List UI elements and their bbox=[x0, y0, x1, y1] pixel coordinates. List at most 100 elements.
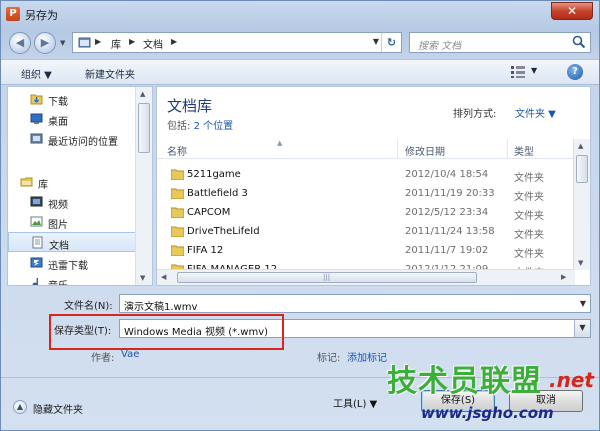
recent-places-icon bbox=[30, 133, 43, 144]
watermark-text: 技术员联盟 bbox=[387, 364, 542, 399]
search-box[interactable]: 搜索 文档 bbox=[409, 32, 591, 53]
tags-value[interactable]: 添加标记 bbox=[347, 349, 387, 364]
folder-icon bbox=[171, 226, 184, 237]
column-header-modified[interactable]: 修改日期 bbox=[405, 143, 445, 158]
navigation-pane: 下载 桌面 最近访问的位置 库 视频 图片 文档 迅雷下载 ▲ ▼ bbox=[7, 86, 153, 286]
includes-label: 包括: bbox=[167, 121, 191, 132]
scrollbar-thumb[interactable] bbox=[138, 103, 150, 153]
filename-dropdown-icon[interactable]: ▼ bbox=[580, 299, 586, 308]
search-input[interactable]: 搜索 文档 bbox=[418, 37, 461, 52]
file-name: DriveTheLifeId bbox=[187, 226, 260, 237]
close-button[interactable]: ✕ bbox=[551, 2, 593, 20]
nav-item-downloads[interactable]: 下载 bbox=[8, 89, 136, 109]
nav-item-music[interactable]: 音乐 bbox=[8, 273, 136, 285]
forward-button[interactable]: ▶ bbox=[34, 32, 56, 54]
powerpoint-app-icon: P bbox=[6, 7, 20, 21]
recent-pages-dropdown[interactable]: ▼ bbox=[60, 39, 65, 47]
address-bar[interactable]: ▶ 库 ▶ 文档 ▶ ▼ ↻ bbox=[72, 32, 402, 53]
scroll-right-icon[interactable]: ▶ bbox=[561, 273, 566, 281]
file-row[interactable]: CAPCOM 2012/5/12 23:34 文件夹 bbox=[157, 204, 577, 223]
filename-label: 文件名(N): bbox=[64, 301, 113, 312]
hide-folders-label: 隐藏文件夹 bbox=[33, 405, 83, 416]
scroll-down-icon[interactable]: ▼ bbox=[140, 274, 145, 282]
breadcrumb-separator-icon[interactable]: ▶ bbox=[171, 37, 177, 46]
file-modified: 2011/11/24 13:58 bbox=[405, 226, 495, 237]
view-dropdown-icon[interactable]: ▼ bbox=[531, 66, 537, 75]
breadcrumb-library[interactable]: 库 bbox=[111, 36, 121, 51]
scrollbar-thumb[interactable]: ||| bbox=[177, 272, 477, 283]
file-name: FIFA 12 bbox=[187, 245, 224, 256]
author-value[interactable]: Vae bbox=[121, 349, 139, 360]
scrollbar-thumb[interactable] bbox=[576, 155, 588, 183]
nav-item-label: 音乐 bbox=[48, 277, 68, 285]
file-modified: 2012/5/12 23:34 bbox=[405, 207, 489, 218]
file-row[interactable]: FIFA 12 2011/11/7 19:02 文件夹 bbox=[157, 242, 577, 261]
filename-value[interactable]: 演示文稿1.wmv bbox=[124, 298, 197, 313]
organize-menu[interactable]: 组织 ▼ bbox=[21, 66, 52, 81]
nav-item-libraries[interactable]: 库 bbox=[8, 172, 136, 192]
breadcrumb-separator-icon[interactable]: ▶ bbox=[95, 37, 101, 46]
nav-item-documents[interactable]: 文档 bbox=[8, 232, 136, 252]
breadcrumb-separator-icon[interactable]: ▶ bbox=[129, 37, 135, 46]
arrange-by-dropdown[interactable]: 文件夹 ▼ bbox=[515, 105, 556, 120]
file-modified: 2011/11/7 19:02 bbox=[405, 245, 489, 256]
file-name: 5211game bbox=[187, 169, 241, 180]
back-button[interactable]: ◀ bbox=[9, 32, 31, 54]
folder-icon bbox=[171, 188, 184, 199]
nav-item-label: 文档 bbox=[49, 241, 69, 252]
nav-item-desktop[interactable]: 桌面 bbox=[8, 109, 136, 129]
includes-locations-link[interactable]: 2 个位置 bbox=[194, 121, 234, 132]
tools-menu[interactable]: 工具(L) ▼ bbox=[333, 395, 377, 410]
library-root-icon bbox=[78, 37, 91, 48]
view-options-icon[interactable] bbox=[511, 66, 525, 78]
nav-item-label: 最近访问的位置 bbox=[48, 137, 118, 148]
file-row[interactable]: DriveTheLifeId 2011/11/24 13:58 文件夹 bbox=[157, 223, 577, 242]
file-row[interactable]: Battlefield 3 2011/11/19 20:33 文件夹 bbox=[157, 185, 577, 204]
help-icon[interactable]: ? bbox=[567, 64, 583, 80]
column-header-type[interactable]: 类型 bbox=[514, 143, 534, 158]
nav-item-recent-places[interactable]: 最近访问的位置 bbox=[8, 129, 136, 149]
file-list-pane: 文档库 包括: 2 个位置 排列方式: 文件夹 ▼ ▲ 名称 修改日期 类型 5… bbox=[156, 86, 591, 286]
file-list-vertical-scrollbar[interactable]: ▲ ▼ bbox=[573, 139, 590, 270]
library-includes: 包括: 2 个位置 bbox=[167, 117, 233, 132]
nav-item-pictures[interactable]: 图片 bbox=[8, 212, 136, 232]
scroll-up-icon[interactable]: ▲ bbox=[578, 142, 583, 150]
chevron-up-icon[interactable]: ▲ bbox=[13, 400, 27, 414]
address-dropdown-icon[interactable]: ▼ bbox=[373, 37, 379, 46]
title-bar: P 另存为 ✕ bbox=[1, 1, 599, 27]
nav-item-label: 图片 bbox=[48, 220, 68, 231]
annotation-highlight-box bbox=[49, 314, 284, 350]
watermark-net: .net bbox=[549, 368, 594, 392]
file-type: 文件夹 bbox=[514, 173, 544, 184]
refresh-button[interactable]: ↻ bbox=[381, 33, 401, 52]
column-header-name[interactable]: 名称 bbox=[167, 143, 187, 158]
thunder-download-icon bbox=[30, 257, 43, 268]
watermark-url: www.jsgho.com bbox=[421, 404, 554, 422]
command-bar: 组织 ▼ 新建文件夹 ▼ ? bbox=[1, 59, 599, 85]
file-type: 文件夹 bbox=[514, 249, 544, 260]
new-folder-button[interactable]: 新建文件夹 bbox=[85, 66, 135, 81]
scroll-down-icon[interactable]: ▼ bbox=[578, 259, 583, 267]
scroll-left-icon[interactable]: ◀ bbox=[161, 273, 166, 281]
author-label: 作者: bbox=[91, 353, 115, 364]
column-divider[interactable] bbox=[397, 139, 398, 159]
nav-item-videos[interactable]: 视频 bbox=[8, 192, 136, 212]
folder-icon bbox=[171, 207, 184, 218]
hide-folders-toggle[interactable]: ▲ 隐藏文件夹 bbox=[13, 400, 113, 416]
file-list-horizontal-scrollbar[interactable]: ◀ ||| ▶ bbox=[157, 269, 575, 285]
scroll-up-icon[interactable]: ▲ bbox=[140, 90, 145, 98]
breadcrumb-documents[interactable]: 文档 bbox=[143, 36, 163, 51]
column-divider[interactable] bbox=[507, 139, 508, 159]
nav-item-label: 迅雷下载 bbox=[48, 261, 88, 272]
folder-icon bbox=[171, 245, 184, 256]
column-header-row: ▲ 名称 修改日期 类型 bbox=[157, 139, 577, 159]
file-row[interactable]: 5211game 2012/10/4 18:54 文件夹 bbox=[157, 166, 577, 185]
save-type-dropdown-icon[interactable]: ▼ bbox=[574, 320, 590, 337]
nav-item-thunder-download[interactable]: 迅雷下载 bbox=[8, 253, 136, 273]
nav-pane-scrollbar[interactable]: ▲ ▼ bbox=[135, 87, 152, 285]
file-type: 文件夹 bbox=[514, 230, 544, 241]
search-icon[interactable] bbox=[572, 35, 586, 49]
nav-item-label: 库 bbox=[38, 180, 48, 191]
filename-field[interactable]: 演示文稿1.wmv ▼ bbox=[119, 294, 591, 313]
file-name: Battlefield 3 bbox=[187, 188, 248, 199]
